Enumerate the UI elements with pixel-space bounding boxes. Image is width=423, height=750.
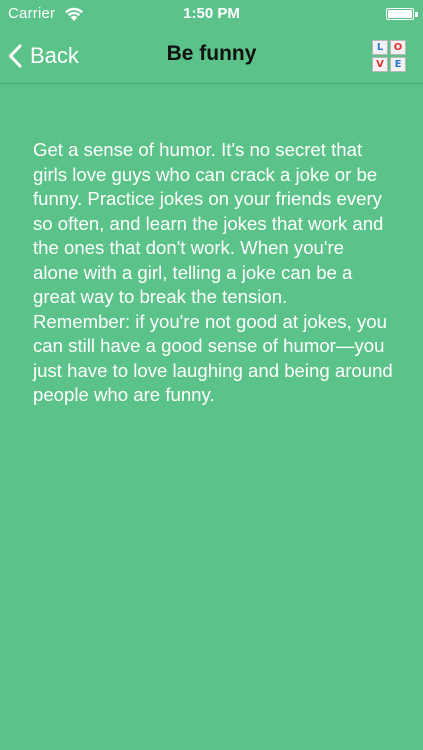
battery-level xyxy=(388,10,412,18)
battery-cap xyxy=(415,12,418,17)
page-title: Be funny xyxy=(166,42,257,65)
love-tile-o: O xyxy=(390,40,406,55)
battery-icon xyxy=(386,8,414,20)
status-bar: Carrier 1:50 PM xyxy=(0,0,423,28)
love-logo-button[interactable]: L O V E xyxy=(372,40,406,72)
clock: 1:50 PM xyxy=(183,5,240,22)
love-tile-e: E xyxy=(390,57,406,72)
love-tile-v: V xyxy=(372,57,388,72)
tip-paragraph: Get a sense of humor. It's no secret tha… xyxy=(33,139,384,307)
love-tile-l: L xyxy=(372,40,388,55)
tip-content: Get a sense of humor. It's no secret tha… xyxy=(33,138,393,408)
tip-paragraph: Remember: if you're not good at jokes, y… xyxy=(33,310,393,406)
navigation-bar: Back Be funny L O V E xyxy=(0,28,423,84)
